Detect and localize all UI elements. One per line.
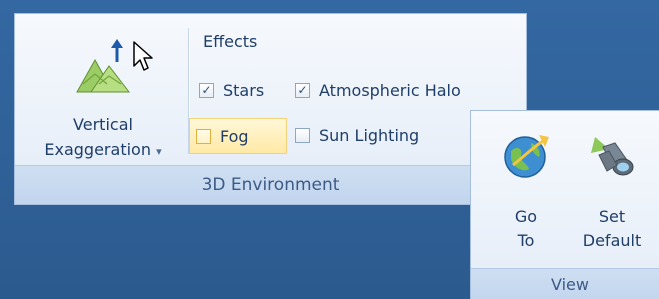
go-to-label: Go To [514,207,538,250]
chevron-down-icon: ▾ [156,145,162,158]
atmospheric-halo-checkbox[interactable]: ✓ Atmospheric Halo [295,75,461,105]
go-to-button[interactable]: Go To [491,129,561,267]
sun-lighting-label: Sun Lighting [319,125,420,145]
effects-heading: Effects [203,32,258,51]
checkbox-box [295,127,310,143]
set-default-button[interactable]: Set Default [569,129,655,267]
stars-checkbox[interactable]: ✓ Stars [199,75,264,105]
globe-arrow-icon [499,129,553,183]
checkmark-icon: ✓ [199,82,214,98]
group-caption-3d-environment: 3D Environment [15,165,526,204]
checkmark-icon: ✓ [295,82,310,98]
binoculars-icon [585,129,639,183]
checkbox-box [196,128,211,144]
fog-checkbox[interactable]: Fog [189,118,287,154]
group-caption-view: View [471,268,659,299]
atmospheric-halo-label: Atmospheric Halo [319,80,461,100]
vertical-exaggeration-button[interactable]: Vertical Exaggeration ▾ [27,24,179,160]
ribbon-group-3d-environment: Vertical Exaggeration ▾ Effects ✓ Stars … [14,13,527,205]
mountain-up-arrow-icon [73,38,133,96]
sun-lighting-checkbox[interactable]: Sun Lighting [295,120,419,150]
set-default-label: Set Default [582,207,642,250]
ribbon-group-view: Go To Set Default View [470,110,659,299]
vertical-exaggeration-label: Vertical Exaggeration ▾ [44,115,162,159]
stars-label: Stars [223,80,265,100]
fog-label: Fog [220,126,249,146]
mouse-pointer-icon [132,40,154,72]
